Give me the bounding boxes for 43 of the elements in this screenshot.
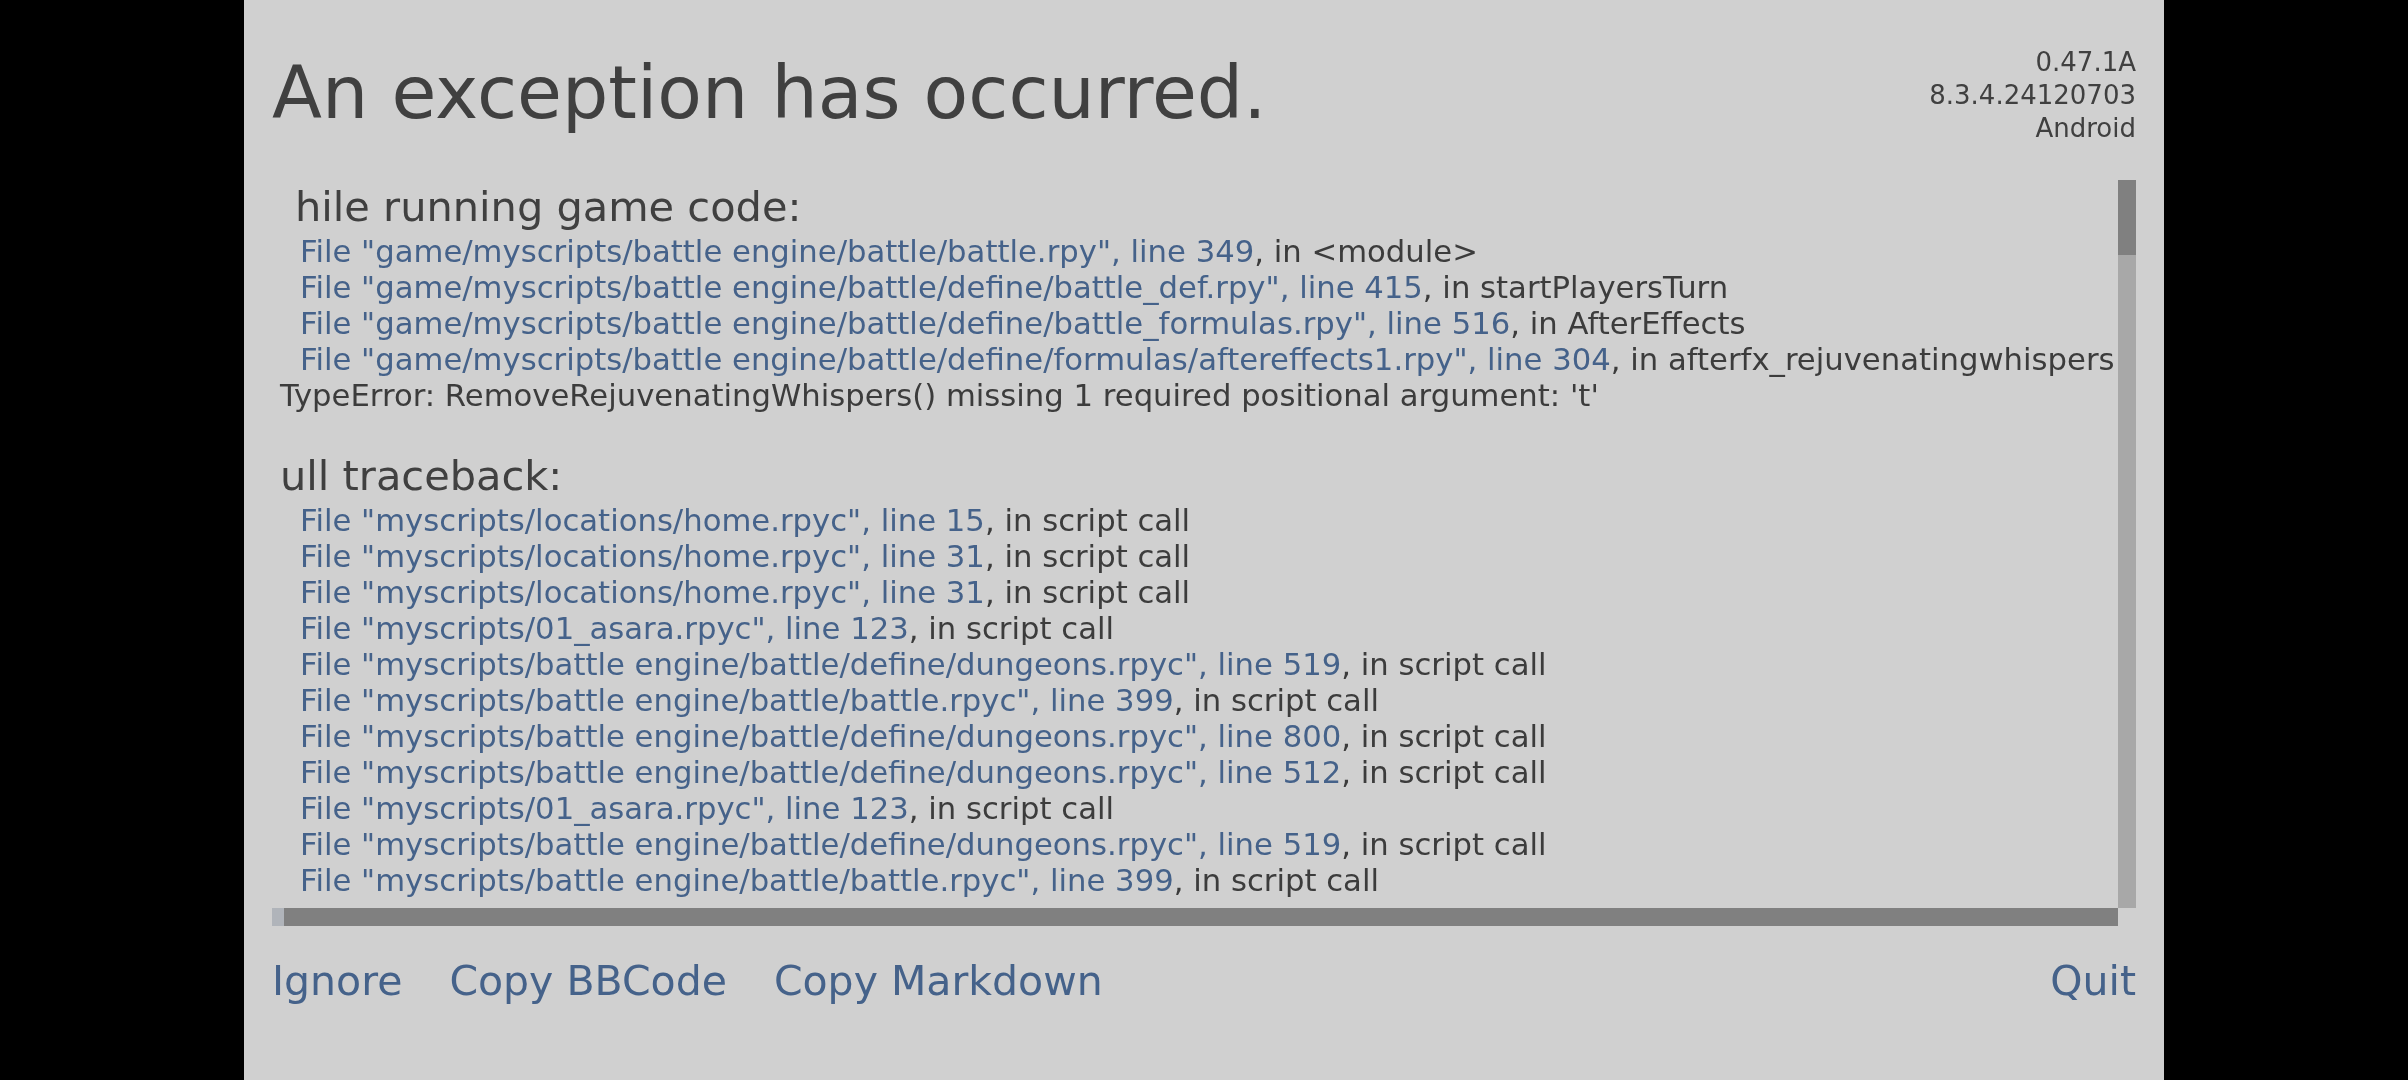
call-text: , in script call [908,791,1114,827]
version-text: 0.47.1A [2035,46,2136,79]
call-text: , in script call [1173,683,1379,719]
call-text: , in script call [908,611,1114,647]
call-text: , in <module> [1254,234,1478,270]
file-link[interactable]: File "myscripts/battle engine/battle/define/dungeons.rpyc", line 519 [300,827,1342,863]
call-text: , in script call [984,503,1191,539]
call-text: , in AfterEffects [1510,306,1746,342]
file-link[interactable]: File "myscripts/01_asara.rpyc", line 123 [300,791,909,827]
file-link[interactable]: File "game/myscripts/battle engine/battle/define/battle_formulas.rpy", line 516 [300,306,1511,342]
quit-button[interactable]: Quit [2050,957,2136,1005]
call-text: , in script call [1173,863,1379,899]
file-link[interactable]: File "myscripts/locations/home.rpyc", line 31 [300,575,985,611]
file-link[interactable]: File "myscripts/locations/home.rpyc", line 15 [300,503,985,539]
file-link[interactable]: File "myscripts/locations/home.rpyc", line 31 [300,539,985,575]
scrollbar-thumb[interactable] [2118,180,2136,255]
file-link[interactable]: File "game/myscripts/battle engine/battle/battle.rpy", line 349 [300,234,1255,270]
call-text: , in script call [984,539,1191,575]
error-title: An exception has occurred. [272,49,1267,137]
file-link[interactable]: File "game/myscripts/battle engine/battle/define/battle_def.rpy", line 415 [300,270,1423,306]
file-link[interactable]: File "game/myscripts/battle engine/battle/define/formulas/aftereffects1.rpy", line 304 [300,342,1611,378]
file-link[interactable]: File "myscripts/battle engine/battle/battle.rpyc", line 399 [300,863,1174,899]
scrollbar-track[interactable] [2118,180,2136,908]
call-text: , in script call [984,575,1191,611]
call-text: , in script call [1341,647,1547,683]
file-link[interactable]: File "myscripts/battle engine/battle/define/dungeons.rpyc", line 800 [300,719,1342,755]
action-button[interactable]: Ignore [272,957,403,1005]
error-message: TypeError: RemoveRejuvenatingWhispers() missing 1 required positional argument: 't' [280,378,1599,414]
action-button[interactable]: Copy BBCode [449,957,727,1005]
call-text: , in script call [1341,827,1547,863]
file-link[interactable]: File "myscripts/battle engine/battle/battle.rpyc", line 399 [300,683,1174,719]
call-text: , in afterfx_rejuvenatingwhispers [1610,342,2115,378]
call-text: , in script call [1341,719,1547,755]
call-text: , in script call [1341,755,1547,791]
section-heading: hile running game code: [295,181,802,233]
file-link[interactable]: File "myscripts/battle engine/battle/define/dungeons.rpyc", line 512 [300,755,1342,791]
version-text: Android [2035,112,2136,145]
section-heading: ull traceback: [280,450,563,502]
file-link[interactable]: File "myscripts/01_asara.rpyc", line 123 [300,611,909,647]
call-text: , in startPlayersTurn [1422,270,1729,306]
file-link[interactable]: File "myscripts/battle engine/battle/define/dungeons.rpyc", line 519 [300,647,1342,683]
action-button[interactable]: Copy Markdown [773,957,1103,1005]
version-text: 8.3.4.24120703 [1929,79,2136,112]
